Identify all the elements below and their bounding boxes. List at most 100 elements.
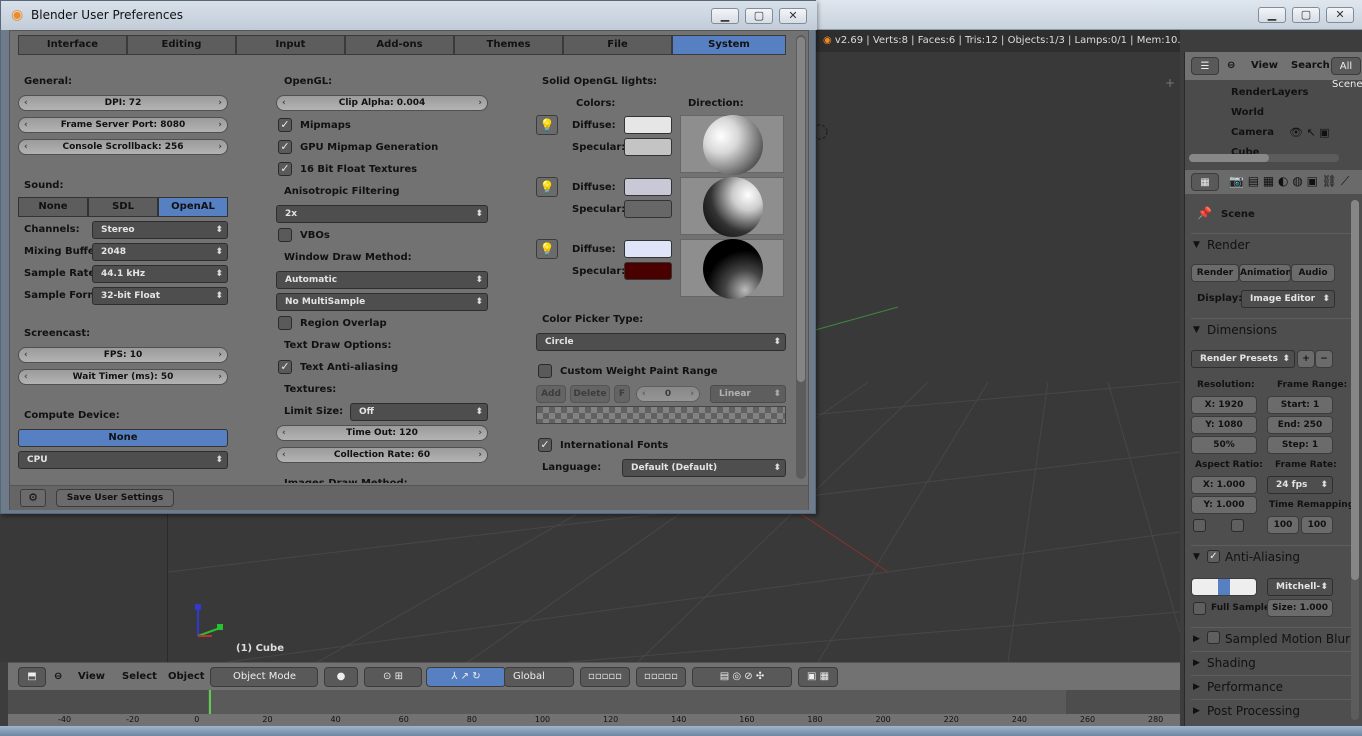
layer-buttons-1[interactable]: ▫▫▫▫▫ [580, 667, 630, 687]
color-picker-select[interactable]: Circle [536, 333, 786, 351]
channels-select[interactable]: Stereo [92, 221, 228, 239]
snap-buttons[interactable]: ▤ ◎ ⊘ ✣ [692, 667, 792, 687]
screencast-fps-field[interactable]: FPS: 10 [18, 347, 228, 363]
frame-rate-select[interactable]: 24 fps [1267, 476, 1333, 494]
layer-buttons-2[interactable]: ▫▫▫▫▫ [636, 667, 686, 687]
light-2-direction-ball[interactable] [680, 177, 784, 237]
aspect-x-field[interactable]: X: 1.000 [1191, 476, 1257, 494]
tab-input[interactable]: Input [236, 35, 345, 55]
mipmaps-checkbox[interactable]: ✓ [278, 118, 292, 132]
tab-editing[interactable]: Editing [127, 35, 236, 55]
tab-system[interactable]: System [672, 35, 786, 55]
audio-button[interactable]: Audio [1291, 264, 1335, 282]
ramp-add-button[interactable]: Add [536, 385, 566, 403]
gpu-mipmap-checkbox[interactable]: ✓ [278, 140, 292, 154]
dimensions-panel-header[interactable]: Dimensions [1191, 318, 1357, 341]
tab-file[interactable]: File [563, 35, 672, 55]
context-tabs-icons[interactable]: 📷 ▤ ▦ ◐ ◍ ▣ ⛓ ⟋ [1229, 174, 1362, 192]
collapse-menu-icon[interactable]: ⊖ [54, 667, 62, 687]
light-1-direction-ball[interactable] [680, 115, 784, 175]
sound-openal-button[interactable]: OpenAL [158, 197, 228, 217]
light-3-specular-swatch[interactable] [624, 262, 672, 280]
post-processing-panel-header[interactable]: Post Processing [1191, 699, 1357, 722]
aa-size-field[interactable]: Size: 1.000 [1267, 599, 1333, 617]
ramp-interpolation-select[interactable]: Linear [710, 385, 786, 403]
region-expand-icon[interactable]: + [1165, 76, 1175, 90]
tab-addons[interactable]: Add-ons [345, 35, 454, 55]
outliner-item[interactable]: World [1231, 106, 1264, 120]
compute-device-select[interactable]: CPU [18, 451, 228, 469]
mode-select[interactable]: Object Mode [210, 667, 318, 687]
footer-menu-icon[interactable]: ⚙ [20, 489, 46, 507]
multisample-select[interactable]: No MultiSample [276, 293, 488, 311]
pin-icon[interactable]: 📌 [1197, 206, 1212, 220]
sample-format-select[interactable]: 32-bit Float [92, 287, 228, 305]
properties-editor-icon[interactable]: ▦ [1191, 173, 1219, 191]
vbos-checkbox[interactable] [278, 228, 292, 242]
main-minimize-button[interactable]: ▁ [1258, 7, 1286, 23]
outliner-editor-icon[interactable]: ☰ [1191, 57, 1219, 75]
light-2-specular-swatch[interactable] [624, 200, 672, 218]
sound-none-button[interactable]: None [18, 197, 88, 217]
timeline[interactable] [8, 690, 1180, 714]
outliner-search-menu[interactable]: Search [1291, 56, 1330, 76]
aa-samples-buttons[interactable] [1191, 578, 1257, 596]
motion-blur-checkbox[interactable] [1207, 631, 1220, 644]
animation-button[interactable]: Animation [1239, 264, 1291, 282]
time-new-field[interactable]: 100 [1301, 516, 1333, 534]
add-preset-button[interactable]: + [1297, 350, 1315, 368]
preferences-scrollbar[interactable] [796, 35, 806, 479]
frame-start-field[interactable]: Start: 1 [1267, 396, 1333, 414]
time-out-field[interactable]: Time Out: 120 [276, 425, 488, 441]
window-draw-select[interactable]: Automatic [276, 271, 488, 289]
current-frame-marker[interactable] [209, 690, 211, 714]
tab-interface[interactable]: Interface [18, 35, 127, 55]
view-menu[interactable]: View [78, 667, 105, 687]
mixing-buffer-select[interactable]: 2048 [92, 243, 228, 261]
ramp-position-field[interactable]: 0 [636, 386, 700, 402]
main-maximize-button[interactable]: ▢ [1292, 7, 1320, 23]
sound-sdl-button[interactable]: SDL [88, 197, 158, 217]
performance-panel-header[interactable]: Performance [1191, 675, 1357, 698]
outliner-view-menu[interactable]: View [1251, 56, 1278, 76]
resolution-x-field[interactable]: X: 1920 [1191, 396, 1257, 414]
full-sample-checkbox[interactable] [1193, 602, 1206, 615]
crop-checkbox[interactable] [1193, 519, 1206, 532]
light-2-diffuse-swatch[interactable] [624, 178, 672, 196]
float-textures-checkbox[interactable]: ✓ [278, 162, 292, 176]
prefs-maximize-button[interactable]: ▢ [745, 8, 773, 24]
wait-timer-field[interactable]: Wait Timer (ms): 50 [18, 369, 228, 385]
prefs-close-button[interactable]: ✕ [779, 8, 807, 24]
orientation-select[interactable]: Global [504, 667, 574, 687]
outliner-item[interactable]: Camera [1231, 126, 1274, 140]
sample-rate-select[interactable]: 44.1 kHz [92, 265, 228, 283]
region-overlap-checkbox[interactable] [278, 316, 292, 330]
object-menu[interactable]: Object [168, 667, 205, 687]
collection-rate-field[interactable]: Collection Rate: 60 [276, 447, 488, 463]
remove-preset-button[interactable]: − [1315, 350, 1333, 368]
light-2-toggle-icon[interactable]: 💡 [536, 177, 558, 197]
console-scrollback-field[interactable]: Console Scrollback: 256 [18, 139, 228, 155]
dpi-field[interactable]: DPI: 72 [18, 95, 228, 111]
light-3-direction-ball[interactable] [680, 239, 784, 299]
render-panel-header[interactable]: Render [1191, 233, 1357, 256]
render-presets-select[interactable]: Render Presets [1191, 350, 1295, 368]
aa-filter-select[interactable]: Mitchell- [1267, 578, 1333, 596]
select-menu[interactable]: Select [122, 667, 157, 687]
editor-type-icon[interactable]: ⬒ [18, 667, 46, 687]
time-old-field[interactable]: 100 [1267, 516, 1299, 534]
language-select[interactable]: Default (Default) [622, 459, 786, 477]
aspect-y-field[interactable]: Y: 1.000 [1191, 496, 1257, 514]
shading-panel-header[interactable]: Shading [1191, 651, 1357, 674]
compute-none-button[interactable]: None [18, 429, 228, 447]
light-3-diffuse-swatch[interactable] [624, 240, 672, 258]
prefs-minimize-button[interactable]: ▁ [711, 8, 739, 24]
save-user-settings-button[interactable]: Save User Settings [56, 489, 174, 507]
pivot-select[interactable]: ⊙ ⊞ [364, 667, 422, 687]
light-1-specular-swatch[interactable] [624, 138, 672, 156]
visibility-eye-icon[interactable]: 👁 ↖ ▣ [1289, 126, 1330, 139]
weight-range-checkbox[interactable] [538, 364, 552, 378]
clip-alpha-field[interactable]: Clip Alpha: 0.004 [276, 95, 488, 111]
frame-step-field[interactable]: Step: 1 [1267, 436, 1333, 454]
manipulator-buttons[interactable]: ⅄ ↗ ↻ [426, 667, 506, 687]
